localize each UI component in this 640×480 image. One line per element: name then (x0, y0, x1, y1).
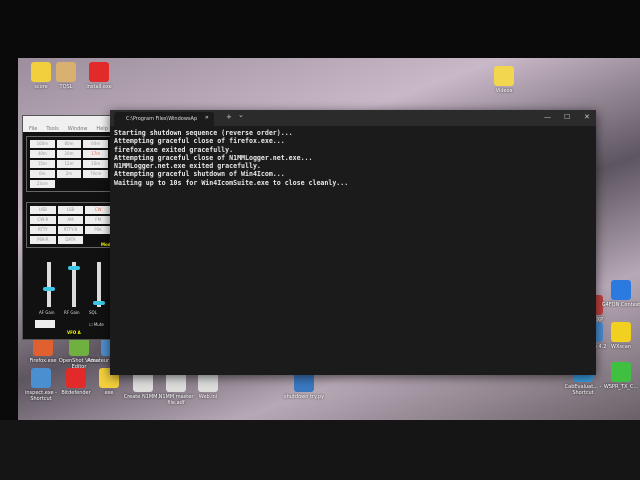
terminal-output[interactable]: Starting shutdown sequence (reverse orde… (110, 126, 596, 190)
menu-item[interactable]: Window (68, 126, 88, 132)
terminal-window: C:\Program Files\WindowsAp ✕ + ⌄ — ☐ ✕ S… (110, 110, 596, 375)
mode-button[interactable]: RTTY-R (57, 226, 84, 234)
vfo-label: VFO A (67, 330, 81, 335)
app-icon (31, 368, 51, 388)
band-button[interactable]: 23cm (30, 180, 55, 188)
band-button[interactable]: 40m (30, 150, 55, 158)
band-button[interactable]: 2m (56, 170, 82, 178)
menu-item[interactable]: Tools (46, 126, 58, 132)
band-buttons: 160m 80m 60m 40m 20m 17m 15m 12m 10m 6m 2m 70cm 23cm (26, 136, 112, 192)
mode-button[interactable]: AM (57, 216, 84, 224)
desktop-icon[interactable]: Web.ini (182, 372, 234, 400)
desktop-icon[interactable]: shutdown try.py (278, 372, 330, 400)
slider-thumb[interactable] (68, 266, 80, 271)
slider-label: SQL (89, 310, 97, 315)
slider-thumb[interactable] (93, 300, 105, 305)
desktop-icon-label: WXscan (611, 344, 631, 350)
band-button[interactable]: 160m (30, 140, 55, 148)
menu-bar: File Tools Window Help (23, 116, 115, 132)
app-icon (494, 66, 514, 86)
new-tab-button[interactable]: + (226, 113, 232, 121)
band-button[interactable]: 6m (30, 170, 55, 178)
band-button[interactable]: 10m (83, 160, 108, 168)
slider-af-gain[interactable] (43, 262, 55, 307)
monitor-bezel (0, 420, 640, 480)
band-button[interactable]: 20m (56, 150, 82, 158)
output-line: firefox.exe exited gracefully. (114, 145, 234, 154)
tab-title: C:\Program Files\WindowsAp (126, 116, 198, 122)
mode-button[interactable]: PSK-R (30, 236, 56, 244)
tab-close-icon[interactable]: ✕ (205, 115, 209, 121)
band-button[interactable]: 80m (56, 140, 82, 148)
menu-item[interactable]: File (29, 126, 37, 132)
output-line: Attempting graceful close of N1MMLogger.… (114, 153, 313, 162)
mode-button[interactable]: FM (85, 216, 111, 224)
desktop-icon[interactable]: Videos (478, 66, 530, 94)
slider-label: RF Gain (64, 310, 80, 315)
desktop-icon-label: G4FON Contest (601, 302, 640, 308)
slider-label: AF Gain (39, 310, 55, 315)
app-icon (611, 280, 631, 300)
mode-button[interactable]: LSB (57, 206, 84, 214)
slider-rf-gain[interactable] (68, 262, 80, 307)
terminal-tab[interactable]: C:\Program Files\WindowsAp ✕ (114, 112, 214, 126)
mute-checkbox[interactable]: ☐ Mute (89, 322, 104, 327)
output-line: N1MMLogger.net.exe exited gracefully. (114, 162, 261, 171)
band-button[interactable]: 17m (83, 150, 108, 158)
band-button[interactable]: 60m (83, 140, 108, 148)
app-icon (611, 322, 631, 342)
app-icon (611, 362, 631, 382)
band-button[interactable]: 70cm (83, 170, 108, 178)
dropdown-button[interactable]: ⌄ (238, 111, 244, 119)
vfo-button[interactable] (35, 320, 55, 328)
desktop-icon[interactable]: WXscan (595, 322, 640, 350)
minimize-button[interactable]: — (544, 113, 551, 121)
maximize-button[interactable]: ☐ (564, 113, 570, 121)
radio-control-window: File Tools Window Help 160m 80m 60m 40m 20m 17m 1… (22, 115, 116, 340)
band-button[interactable]: 12m (56, 160, 82, 168)
desktop-icon[interactable]: WSPR_TX_C... (595, 362, 640, 390)
desktop-icon-label: Videos (495, 88, 513, 94)
desktop-icon[interactable]: Install.exe (73, 62, 125, 90)
app-icon (198, 372, 218, 392)
mode-button[interactable]: CW (85, 206, 111, 214)
close-button[interactable]: ✕ (584, 113, 590, 121)
mode-button[interactable]: RTTY (30, 226, 56, 234)
output-line: Attempting graceful close of firefox.exe… (114, 137, 285, 146)
terminal-titlebar: C:\Program Files\WindowsAp ✕ + ⌄ — ☐ ✕ (110, 110, 596, 126)
app-icon (294, 372, 314, 392)
desktop-icon-label: shutdown try.py (284, 394, 324, 400)
mode-button[interactable]: PSK (85, 226, 111, 234)
desktop-icon-label: Web.ini (198, 394, 218, 400)
output-line: Starting shutdown sequence (reverse orde… (114, 129, 293, 137)
output-line: Attempting graceful shutdown of Win4Icom… (114, 170, 285, 179)
mode-button[interactable]: USB (30, 206, 56, 214)
mode-button[interactable]: CW-R (30, 216, 56, 224)
desktop-icon[interactable]: G4FON Contest (595, 280, 640, 308)
app-icon (89, 62, 109, 82)
slider-thumb[interactable] (43, 286, 55, 291)
slider-sql[interactable] (93, 262, 105, 307)
band-button[interactable]: 15m (30, 160, 55, 168)
mode-button[interactable]: DATA (57, 236, 84, 244)
menu-item[interactable]: Help (96, 126, 107, 132)
mute-label: Mute (93, 322, 104, 327)
desktop-icon-label: Install.exe (86, 84, 112, 90)
desktop-icon-label: WSPR_TX_C... (603, 384, 639, 390)
output-line: Waiting up to 10s for Win4IcomSuite.exe … (114, 178, 349, 187)
